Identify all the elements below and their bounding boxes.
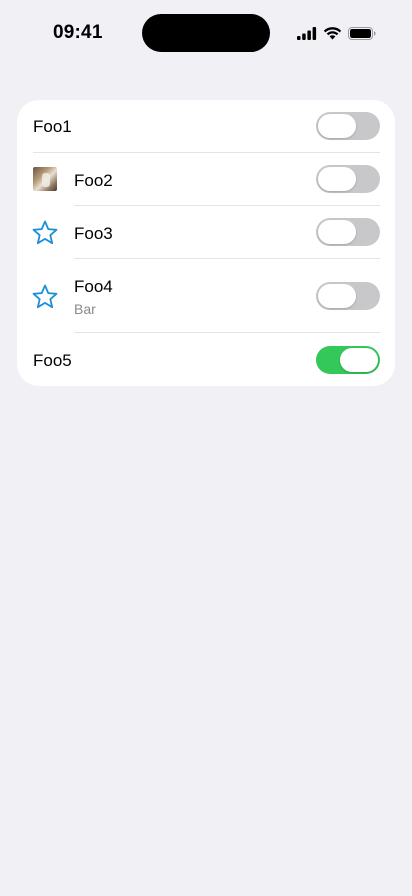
row-label: Foo5 [33,351,72,370]
list-row-foo5[interactable]: Foo5 [17,333,395,386]
list-row-foo4[interactable]: Foo4 Bar [17,259,395,333]
toggle-knob [318,167,356,191]
toggle-knob [318,114,356,138]
row-label: Foo4 [74,277,113,296]
wifi-icon [323,26,342,40]
settings-list: Foo1 Foo2 Foo3 Foo4 Bar Foo5 [17,100,395,386]
photo-thumbnail [33,167,57,191]
list-row-foo1[interactable]: Foo1 [17,100,395,153]
status-bar: 09:41 [0,0,412,56]
foo3-toggle[interactable] [316,218,380,246]
list-row-foo3[interactable]: Foo3 [17,206,395,259]
toggle-knob [340,348,378,372]
list-row-foo2[interactable]: Foo2 [17,153,395,206]
cellular-signal-icon [297,26,317,40]
foo5-toggle[interactable] [316,346,380,374]
foo1-toggle[interactable] [316,112,380,140]
star-icon [32,284,58,314]
toggle-knob [318,284,356,308]
battery-icon [348,26,376,40]
status-icons [297,26,376,40]
row-subtitle: Bar [74,301,96,317]
row-label: Foo2 [74,171,113,190]
foo4-toggle[interactable] [316,282,380,310]
foo2-toggle[interactable] [316,165,380,193]
dynamic-island [142,14,270,52]
status-time: 09:41 [53,22,103,43]
star-icon [32,220,58,250]
row-label: Foo3 [74,224,113,243]
row-label: Foo1 [33,117,72,136]
toggle-knob [318,220,356,244]
